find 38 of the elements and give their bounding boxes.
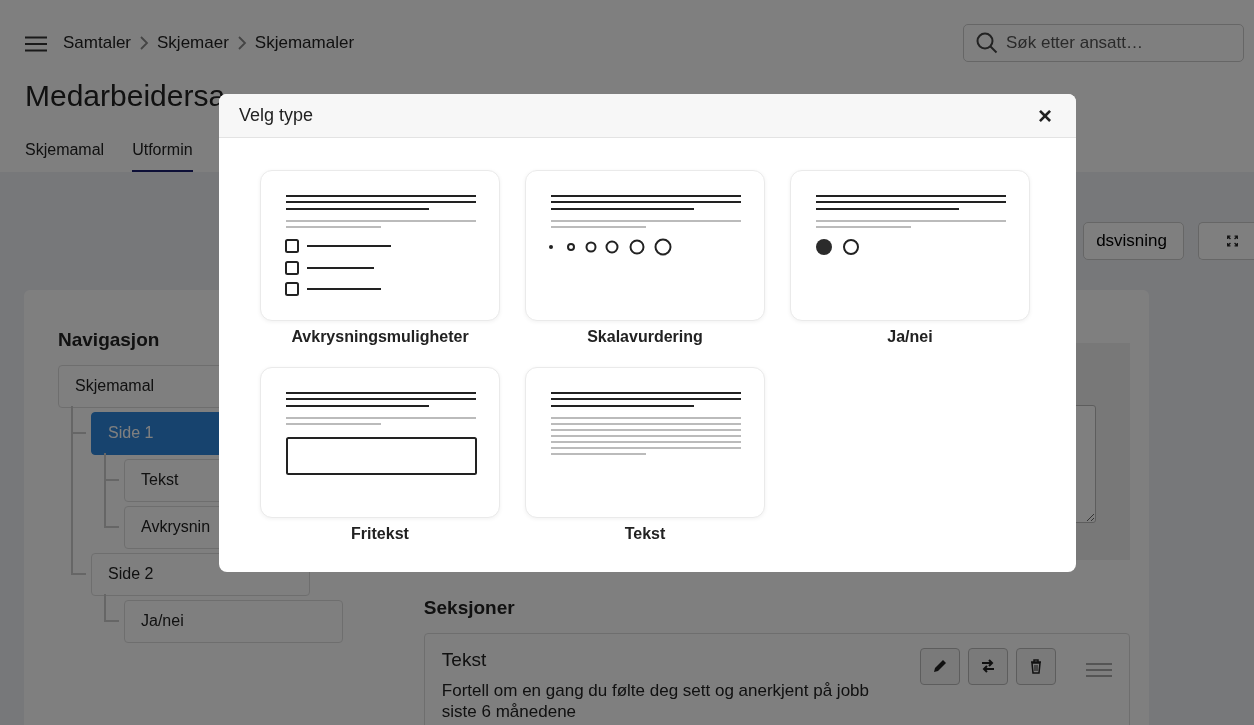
delete-button[interactable] [1016, 647, 1056, 685]
sections-heading: Seksjoner [423, 596, 516, 620]
option-card[interactable] [525, 170, 765, 321]
search-icon [976, 32, 998, 54]
option-card[interactable] [790, 170, 1030, 321]
option-label: Ja/nei [886, 327, 934, 347]
option-card[interactable] [525, 367, 765, 518]
breadcrumb-link[interactable]: Samtaler [63, 30, 132, 56]
option-card[interactable] [260, 367, 500, 518]
breadcrumb-link[interactable]: Skjemamaler [254, 30, 355, 56]
trash-icon [1028, 658, 1044, 674]
option-label: Tekst [623, 524, 667, 544]
option-label: Fritekst [350, 524, 410, 544]
fullscreen-icon [1227, 233, 1238, 249]
modal-title: Velg type [239, 104, 314, 127]
tree-connector-line [104, 593, 119, 622]
edit-button[interactable] [920, 647, 960, 685]
chevron-right-icon [139, 36, 150, 50]
section-description: Fortell om en gang du følte deg sett og anerkjent på jobb siste 6 månedene [441, 679, 870, 722]
pencil-icon [932, 658, 948, 674]
section-title: Tekst [441, 647, 488, 672]
tree-item[interactable]: Ja/nei [124, 599, 343, 643]
radio-choice-preview-drawing [816, 239, 859, 255]
preview-button[interactable]: dsvisning [1083, 222, 1184, 260]
drag-handle-icon[interactable] [1086, 661, 1112, 678]
swap-arrows-icon [980, 658, 996, 674]
breadcrumb-link[interactable]: Skjemaer [157, 30, 229, 56]
option-card[interactable] [260, 170, 500, 321]
option-label: Skalavurdering [586, 327, 704, 347]
menu-icon [25, 35, 47, 52]
tab[interactable]: Skjemamal [25, 138, 105, 172]
close-button[interactable]: × [1034, 103, 1056, 128]
chevron-right-icon [236, 36, 247, 50]
tab[interactable]: Utformin [132, 138, 193, 172]
search-field[interactable]: Søk etter ansatt… [963, 24, 1244, 62]
page-title: Medarbeidersa [25, 78, 227, 114]
swap-button[interactable] [968, 647, 1008, 685]
option-label: Avkrysningsmuligheter [290, 327, 470, 347]
